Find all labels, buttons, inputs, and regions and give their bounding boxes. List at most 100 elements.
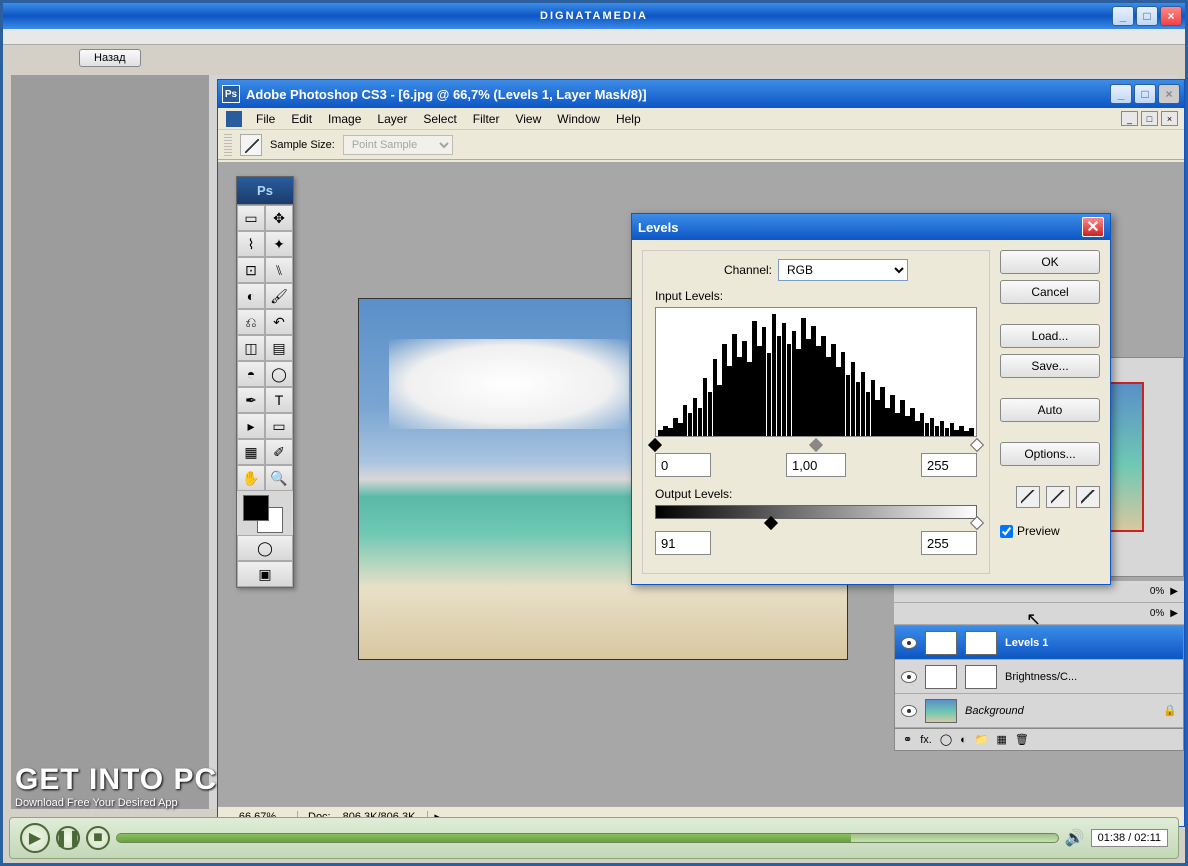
output-black-field[interactable] bbox=[655, 531, 711, 555]
healing-brush-tool[interactable]: ◐ bbox=[237, 283, 265, 309]
foreground-color[interactable] bbox=[243, 495, 269, 521]
input-black-field[interactable] bbox=[655, 453, 711, 477]
progress-fill bbox=[117, 834, 851, 842]
ps-close-button[interactable]: × bbox=[1158, 84, 1180, 104]
brush-tool[interactable]: 🖌 bbox=[265, 283, 293, 309]
stop-button[interactable]: ■ bbox=[86, 826, 110, 850]
mask-icon[interactable]: ◯ bbox=[940, 733, 952, 746]
auto-button[interactable]: Auto bbox=[1000, 398, 1100, 422]
menu-image[interactable]: Image bbox=[320, 110, 369, 128]
ps-minimize-button[interactable]: _ bbox=[1110, 84, 1132, 104]
input-white-field[interactable] bbox=[921, 453, 977, 477]
arrow-icon[interactable]: ▶ bbox=[1170, 608, 1178, 619]
options-grip[interactable] bbox=[224, 134, 232, 156]
magic-wand-tool[interactable]: ✦ bbox=[265, 231, 293, 257]
gradient-tool[interactable]: ▤ bbox=[265, 335, 293, 361]
doc-minimize-button[interactable]: _ bbox=[1121, 111, 1138, 126]
ok-button[interactable]: OK bbox=[1000, 250, 1100, 274]
cancel-button[interactable]: Cancel bbox=[1000, 280, 1100, 304]
output-white-field[interactable] bbox=[921, 531, 977, 555]
progress-track[interactable] bbox=[116, 833, 1059, 843]
tools-header[interactable]: Ps bbox=[237, 177, 293, 205]
menu-filter[interactable]: Filter bbox=[465, 110, 508, 128]
visibility-icon[interactable] bbox=[901, 671, 917, 683]
black-eyedropper-icon[interactable] bbox=[1016, 486, 1040, 508]
adjustment-icon[interactable]: ◐ bbox=[960, 734, 967, 746]
move-tool[interactable]: ✥ bbox=[265, 205, 293, 231]
quick-mask-toggle[interactable]: ◯ bbox=[237, 535, 293, 561]
layer-row-levels[interactable]: Levels 1 bbox=[895, 626, 1183, 660]
pen-tool[interactable]: ✒ bbox=[237, 387, 265, 413]
menu-file[interactable]: File bbox=[248, 110, 283, 128]
input-gamma-field[interactable] bbox=[786, 453, 846, 477]
menu-layer[interactable]: Layer bbox=[369, 110, 415, 128]
options-button[interactable]: Options... bbox=[1000, 442, 1100, 466]
input-slider[interactable] bbox=[655, 441, 977, 449]
white-eyedropper-icon[interactable] bbox=[1076, 486, 1100, 508]
menu-help[interactable]: Help bbox=[608, 110, 649, 128]
load-button[interactable]: Load... bbox=[1000, 324, 1100, 348]
hand-tool[interactable]: ✋ bbox=[237, 465, 265, 491]
preview-checkbox-input[interactable] bbox=[1000, 525, 1013, 538]
zoom-tool[interactable]: 🔍 bbox=[265, 465, 293, 491]
crop-tool[interactable]: ⊡ bbox=[237, 257, 265, 283]
visibility-icon[interactable] bbox=[901, 637, 917, 649]
shape-tool[interactable]: ▭ bbox=[265, 413, 293, 439]
layer-name: Background bbox=[965, 705, 1024, 717]
levels-close-button[interactable]: ✕ bbox=[1082, 217, 1104, 237]
levels-titlebar[interactable]: Levels ✕ bbox=[632, 214, 1110, 240]
history-brush-tool[interactable]: ↶ bbox=[265, 309, 293, 335]
layer-row-brightness[interactable]: Brightness/C... bbox=[895, 660, 1183, 694]
close-button[interactable]: × bbox=[1160, 6, 1182, 26]
preview-checkbox[interactable]: Preview bbox=[1000, 524, 1100, 538]
clone-stamp-tool[interactable]: ⎌ bbox=[237, 309, 265, 335]
photoshop-titlebar: Ps Adobe Photoshop CS3 - [6.jpg @ 66,7% … bbox=[218, 80, 1184, 108]
marquee-tool[interactable]: ▭ bbox=[237, 205, 265, 231]
volume-icon[interactable]: 🔊 bbox=[1065, 828, 1085, 848]
visibility-icon[interactable] bbox=[901, 705, 917, 717]
type-tool[interactable]: T bbox=[265, 387, 293, 413]
output-levels-label: Output Levels: bbox=[655, 487, 977, 501]
black-point-handle[interactable] bbox=[648, 438, 662, 452]
channel-select[interactable]: RGB bbox=[778, 259, 908, 281]
link-icon[interactable]: ⚭ bbox=[903, 733, 912, 746]
blur-tool[interactable]: ◓ bbox=[237, 361, 265, 387]
eyedropper-tool-icon[interactable] bbox=[240, 134, 262, 156]
color-swatches[interactable] bbox=[237, 491, 293, 535]
sample-size-select[interactable]: Point Sample bbox=[343, 135, 453, 155]
dodge-tool[interactable]: ◯ bbox=[265, 361, 293, 387]
menu-window[interactable]: Window bbox=[549, 110, 608, 128]
layer-row-background[interactable]: Background 🔒 bbox=[895, 694, 1183, 728]
output-white-handle[interactable] bbox=[970, 516, 984, 530]
output-slider[interactable] bbox=[655, 519, 977, 527]
back-button[interactable]: Назад bbox=[79, 49, 141, 67]
gray-eyedropper-icon[interactable] bbox=[1046, 486, 1070, 508]
play-button[interactable]: ▶ bbox=[20, 823, 50, 853]
save-button[interactable]: Save... bbox=[1000, 354, 1100, 378]
maximize-button[interactable]: □ bbox=[1136, 6, 1158, 26]
doc-restore-button[interactable]: □ bbox=[1141, 111, 1158, 126]
menu-view[interactable]: View bbox=[507, 110, 549, 128]
lasso-tool[interactable]: ⌇ bbox=[237, 231, 265, 257]
output-black-handle[interactable] bbox=[764, 516, 778, 530]
new-layer-icon[interactable]: ▦ bbox=[997, 733, 1007, 746]
notes-tool[interactable]: ▦ bbox=[237, 439, 265, 465]
path-selection-tool[interactable]: ▸ bbox=[237, 413, 265, 439]
folder-icon[interactable]: 📁 bbox=[975, 733, 989, 746]
menu-edit[interactable]: Edit bbox=[283, 110, 320, 128]
gamma-handle[interactable] bbox=[809, 438, 823, 452]
screen-mode-toggle[interactable]: ▣ bbox=[237, 561, 293, 587]
eraser-tool[interactable]: ◫ bbox=[237, 335, 265, 361]
menu-select[interactable]: Select bbox=[415, 110, 464, 128]
doc-close-button[interactable]: × bbox=[1161, 111, 1178, 126]
trash-icon[interactable]: 🗑 bbox=[1015, 733, 1029, 746]
eyedropper-tool[interactable]: ✐ bbox=[265, 439, 293, 465]
fx-icon[interactable]: fx. bbox=[920, 734, 932, 746]
ps-maximize-button[interactable]: □ bbox=[1134, 84, 1156, 104]
arrow-icon[interactable]: ▶ bbox=[1170, 586, 1178, 597]
white-point-handle[interactable] bbox=[970, 438, 984, 452]
pause-button[interactable]: ❚❚ bbox=[56, 826, 80, 850]
minimize-button[interactable]: _ bbox=[1112, 6, 1134, 26]
menubar: File Edit Image Layer Select Filter View… bbox=[218, 108, 1184, 130]
slice-tool[interactable]: ⑊ bbox=[265, 257, 293, 283]
